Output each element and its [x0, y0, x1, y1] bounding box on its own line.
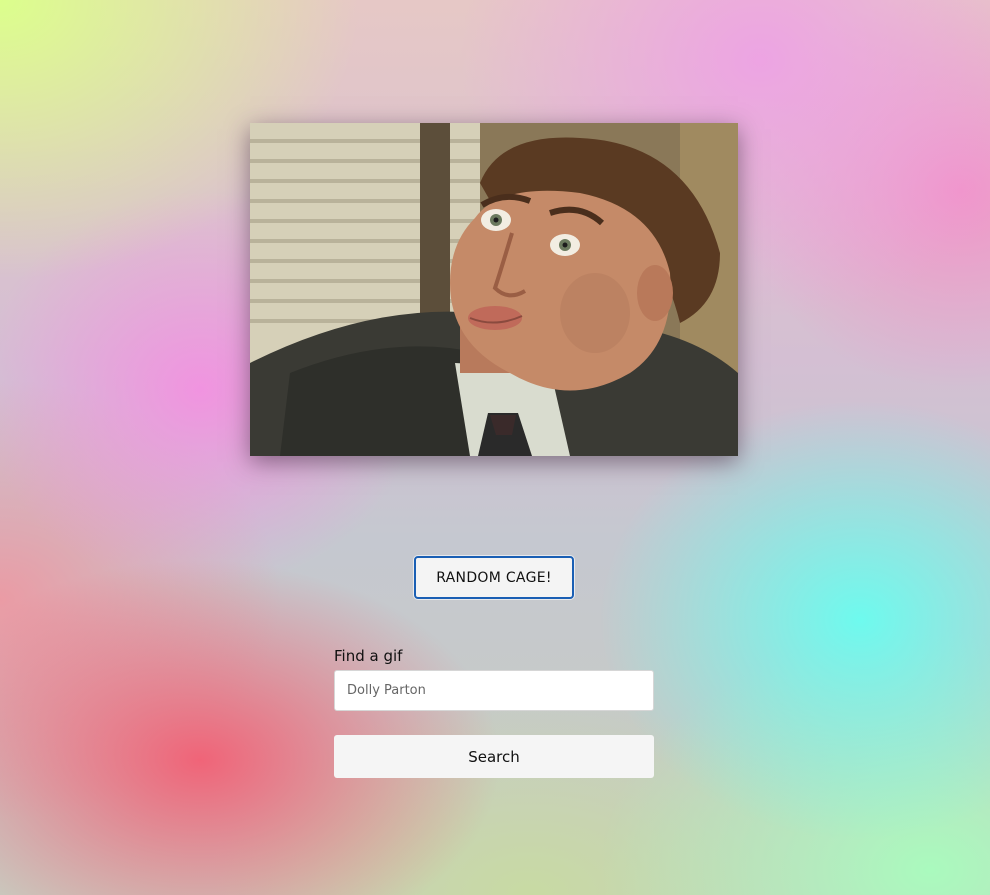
- search-button[interactable]: Search: [334, 735, 654, 778]
- random-cage-button[interactable]: RANDOM CAGE!: [414, 556, 574, 599]
- gif-image: [250, 123, 738, 456]
- gif-photo-illustration: [250, 123, 738, 456]
- search-input[interactable]: [334, 670, 654, 711]
- find-gif-label: Find a gif: [334, 647, 403, 665]
